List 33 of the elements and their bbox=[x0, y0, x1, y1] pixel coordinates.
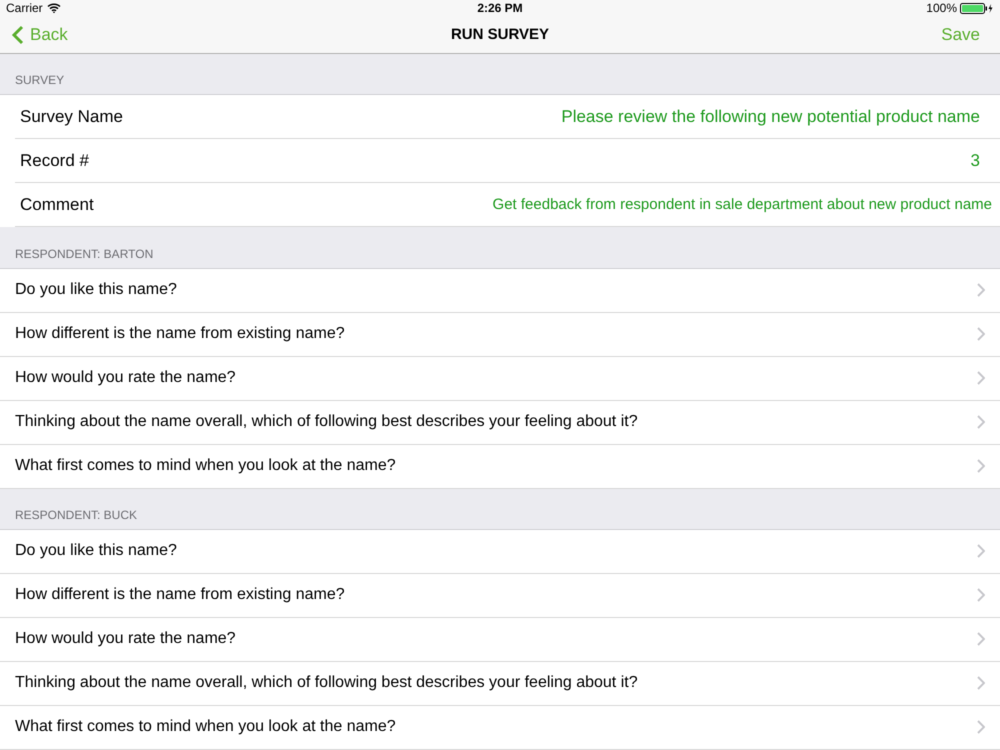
field-value: Please review the following new potential product name bbox=[561, 106, 980, 127]
question-row[interactable]: Thinking about the name overall, which of following best describes your feeling about it? bbox=[0, 400, 1000, 445]
chevron-icon bbox=[977, 676, 985, 690]
question-row[interactable]: How would you rate the name? bbox=[0, 356, 1000, 401]
chevron-icon bbox=[977, 371, 985, 386]
chevron-icon bbox=[977, 283, 985, 298]
back-chevron-icon bbox=[12, 24, 24, 45]
battery-percentage: 100% bbox=[926, 1, 957, 16]
wifi-icon bbox=[46, 3, 61, 14]
question-row[interactable]: Do you like this name? bbox=[0, 530, 1000, 574]
question-row[interactable]: How different is the name from existing name? bbox=[0, 574, 1000, 618]
chevron-icon bbox=[977, 720, 985, 734]
battery-icon bbox=[960, 2, 994, 14]
chevron-icon bbox=[977, 544, 985, 558]
question-row[interactable]: Do you like this name? bbox=[0, 268, 1000, 313]
field-label: Comment bbox=[20, 194, 94, 215]
question-row[interactable]: What first comes to mind when you look at the name? bbox=[0, 706, 1000, 750]
field-label: Record # bbox=[20, 150, 89, 171]
question-row[interactable]: How would you rate the name? bbox=[0, 618, 1000, 662]
screen-title: RUN SURVEY bbox=[450, 26, 550, 44]
chevron-icon bbox=[977, 459, 985, 474]
field-value: 3 bbox=[970, 150, 980, 171]
chevron-icon bbox=[977, 415, 985, 430]
chevron-icon bbox=[977, 588, 985, 602]
carrier-label: Carrier bbox=[6, 1, 43, 16]
field-value: Get feedback from respondent in sale department about new product name bbox=[492, 196, 992, 214]
question-row[interactable]: How different is the name from existing name? bbox=[0, 312, 1000, 357]
chevron-icon bbox=[977, 632, 985, 646]
chevron-icon bbox=[977, 327, 985, 342]
field-label: Survey Name bbox=[20, 106, 123, 127]
status-time: 2:26 PM bbox=[477, 1, 523, 16]
question-row[interactable]: What first comes to mind when you look at the name? bbox=[0, 444, 1000, 489]
question-row[interactable]: Thinking about the name overall, which of following best describes your feeling about it? bbox=[0, 662, 1000, 706]
